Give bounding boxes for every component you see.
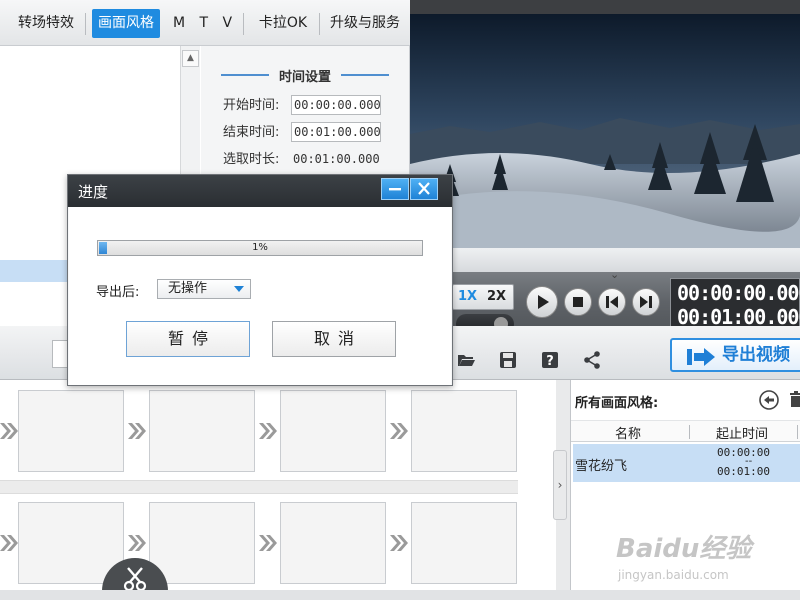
export-arrow-icon [687,348,715,366]
tab-transition-effects[interactable]: 转场特效 [10,9,86,38]
duration-value: 00:01:00.000 [293,152,380,166]
next-frame-icon [640,296,652,308]
preview-frame-image [410,14,800,248]
scissors-icon [123,567,147,592]
tab-karaoke[interactable]: 卡拉OK [250,9,320,38]
transition-arrow-icon [128,423,146,439]
timeline-divider [0,480,518,494]
tab-mtv[interactable]: M T V [170,9,244,38]
column-name-header: 名称 [615,427,642,442]
title-divider-line [221,74,269,76]
transition-arrow-icon [128,535,146,551]
pause-button[interactable]: 暂停 [126,321,250,357]
collapse-chevron-icon[interactable]: ⌄ [610,268,619,281]
clip-slot[interactable] [18,390,124,472]
close-icon [418,182,430,195]
folder-open-icon[interactable] [456,350,476,370]
after-export-select[interactable]: 无操作 [157,279,251,299]
share-icon[interactable] [582,350,602,370]
start-time-label: 开始时间: [223,98,280,113]
stop-button[interactable] [564,288,592,316]
watermark-url: jingyan.baidu.com [618,568,729,582]
after-export-label: 导出后: [96,285,140,300]
applied-styles-title: 所有画面风格: [575,396,659,411]
list-header: 名称 起止时间 [571,420,800,442]
style-start-time: 00:00:00 [717,446,770,459]
transition-arrow-icon [390,535,408,551]
end-time-input[interactable]: 00:01:00.000 [291,122,381,142]
transition-arrow-icon [0,535,18,551]
trash-icon[interactable] [789,390,800,408]
export-video-button[interactable]: 导出视频 [670,338,800,372]
style-end-time: 00:01:00 [717,465,770,478]
time-settings-box: 时间设置 开始时间: 00:00:00.000 结束时间: 00:01:00.000… [201,46,409,176]
speed-1x-button[interactable]: 1X [453,285,482,309]
cancel-button[interactable]: 取消 [272,321,396,357]
transition-arrow-icon [0,423,18,439]
status-strip [0,590,800,600]
previous-frame-icon [606,296,618,308]
close-button[interactable] [410,178,438,200]
previous-frame-button[interactable] [598,288,626,316]
speed-selector: 1X 2X [452,284,514,310]
timecode-display: 00:00:00.000 00:01:00.000 [670,278,800,330]
export-progress-bar: 1% [97,240,423,256]
clip-slot[interactable] [149,502,255,584]
duration-row: 选取时长: 00:01:00.000 [223,148,381,170]
video-preview [410,0,800,248]
scroll-up-arrow-icon[interactable]: ▲ [182,50,199,67]
clip-slot[interactable] [411,390,517,472]
stop-icon [573,297,583,307]
transition-arrow-icon [259,423,277,439]
speed-2x-button[interactable]: 2X [482,285,511,309]
panel-collapse-handle[interactable]: › [553,450,567,520]
list-item[interactable]: 雪花纷飞 00:00:00 -- 00:01:00 [573,444,800,482]
export-video-label: 导出视频 [722,345,790,365]
dialog-body: 1% 导出后: 无操作 暂停 取消 [69,207,451,385]
minimize-icon [389,188,401,191]
after-export-value: 无操作 [168,281,208,296]
storyboard-timeline [0,380,556,600]
save-icon[interactable] [498,350,518,370]
clip-slot[interactable] [149,390,255,472]
time-settings-title: 时间设置 [278,70,331,85]
tab-upgrade-service[interactable]: 升级与服务 [324,9,406,38]
next-frame-button[interactable] [632,288,660,316]
export-progress-dialog: 进度 1% 导出后: 无操作 暂停 取消 [67,174,453,386]
watermark-logo-text: Baidu经验 [616,534,752,564]
end-time-label: 结束时间: [223,125,280,140]
current-time: 00:00:00.000 [677,281,800,305]
title-divider-line [341,74,389,76]
dialog-title: 进度 [78,183,109,201]
progress-percent: 1% [252,242,268,253]
svg-text:?: ? [546,354,554,369]
back-circle-icon[interactable] [759,390,779,410]
duration-label: 选取时长: [223,152,280,167]
clip-slot[interactable] [280,502,386,584]
clip-slot[interactable] [411,502,517,584]
dropdown-caret-icon [234,286,244,292]
play-button[interactable] [526,286,558,318]
style-name: 雪花纷飞 [575,459,628,474]
start-time-row: 开始时间: 00:00:00.000 [223,94,381,115]
tab-bar: 转场特效 画面风格 M T V 卡拉OK 升级与服务 [0,0,410,46]
transition-arrow-icon [259,535,277,551]
transition-arrow-icon [390,423,408,439]
minimize-button[interactable] [381,178,409,200]
clip-slot[interactable] [280,390,386,472]
help-icon[interactable]: ? [540,350,560,370]
dialog-title-bar[interactable]: 进度 [68,175,452,207]
start-time-input[interactable]: 00:00:00.000 [291,95,381,115]
play-icon [538,295,549,309]
end-time-row: 结束时间: 00:01:00.000 [223,121,381,142]
column-time-header: 起止时间 [716,427,769,442]
baidu-jingyan-watermark: Baidu经验 jingyan.baidu.com [596,510,776,590]
tab-picture-style[interactable]: 画面风格 [92,9,160,38]
